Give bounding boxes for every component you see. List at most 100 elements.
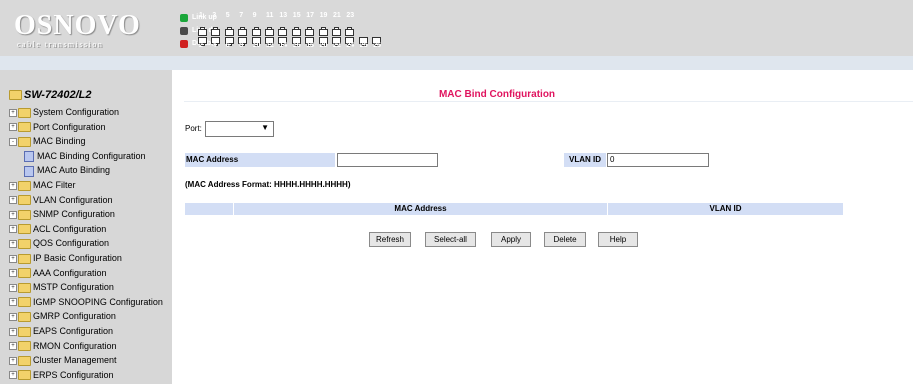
sidebar-item-acl-configuration[interactable]: + ACL Configuration	[9, 224, 106, 238]
link-down-icon	[180, 27, 188, 35]
sidebar-item-aaa-configuration[interactable]: + AAA Configuration	[9, 268, 107, 282]
port-icon[interactable]	[345, 33, 355, 46]
open-folder-icon	[18, 136, 31, 147]
sidebar-item-gmrp-configuration[interactable]: + GMRP Configuration	[9, 311, 116, 325]
sidebar-item-rmon-configuration[interactable]: + RMON Configuration	[9, 341, 117, 355]
port-number-label: 21	[333, 12, 341, 19]
port-icon[interactable]	[238, 23, 248, 36]
port-number-label: 16	[292, 42, 301, 49]
expand-icon[interactable]: +	[9, 327, 17, 336]
expand-icon[interactable]: +	[9, 356, 17, 365]
expand-icon[interactable]: +	[9, 313, 17, 322]
sidebar-item-igmp-snooping-configuration[interactable]: + IGMP SNOOPING Configuration	[9, 297, 163, 311]
sidebar-item-label: EAPS Configuration	[33, 326, 114, 336]
vlan-id-label: VLAN ID	[564, 153, 606, 167]
sidebar-item-mac-auto-binding[interactable]: MAC Auto Binding	[24, 165, 110, 179]
port-number-label: 7	[239, 12, 244, 19]
tree-root[interactable]: SW-72402/L2	[9, 89, 91, 101]
port-icon[interactable]	[265, 33, 274, 46]
port-icon[interactable]	[198, 23, 207, 36]
sidebar-item-eaps-configuration[interactable]: + EAPS Configuration	[9, 326, 113, 340]
port-icon[interactable]	[318, 23, 328, 36]
port-number-label: 6	[225, 42, 230, 49]
sidebar-item-mstp-configuration[interactable]: + MSTP Configuration	[9, 282, 114, 296]
port-icon[interactable]	[332, 33, 341, 46]
expand-icon[interactable]: +	[9, 225, 17, 234]
expand-icon[interactable]: +	[9, 123, 17, 132]
sidebar-item-label: QOS Configuration	[33, 238, 110, 249]
port-label: Port:	[185, 124, 202, 133]
port-select[interactable]: ▼	[205, 121, 274, 137]
port-icon[interactable]	[224, 23, 234, 36]
main-panel: MAC Bind Configuration Port: ▼ MAC Addre…	[172, 70, 913, 384]
port-icon[interactable]	[278, 33, 288, 46]
mac-address-input[interactable]	[337, 153, 438, 167]
sidebar-item-erps-configuration[interactable]: + ERPS Configuration	[9, 370, 114, 384]
expand-icon[interactable]: +	[9, 342, 17, 351]
port-icon[interactable]	[345, 23, 355, 36]
port-icon[interactable]	[372, 33, 382, 46]
sidebar-item-qos-configuration[interactable]: + QOS Configuration	[9, 238, 109, 252]
expand-icon[interactable]: +	[9, 254, 17, 263]
port-number-label: 14	[279, 42, 288, 49]
port-icon[interactable]	[305, 33, 315, 46]
sidebar-item-mac-binding[interactable]: - MAC Binding	[9, 136, 86, 150]
sidebar-item-label: MSTP Configuration	[33, 282, 114, 293]
header-bar: OSNOVO cable transmission Link up Link d…	[0, 0, 913, 56]
port-icon[interactable]	[211, 23, 221, 36]
port-icon[interactable]	[291, 23, 301, 36]
refresh-button[interactable]: Refresh	[369, 232, 411, 247]
expand-icon[interactable]: +	[9, 108, 17, 117]
collapse-icon[interactable]: -	[9, 137, 17, 146]
port-icon[interactable]	[211, 33, 221, 46]
expand-icon[interactable]: +	[9, 283, 17, 292]
sidebar-item-system-configuration[interactable]: + System Configuration	[9, 107, 119, 121]
expand-icon[interactable]: +	[9, 298, 17, 307]
port-icon[interactable]	[224, 33, 234, 46]
sidebar-item-label: MAC Binding Configuration	[37, 150, 146, 161]
expand-icon[interactable]: +	[9, 371, 17, 380]
sidebar-item-mac-binding-configuration[interactable]: MAC Binding Configuration	[24, 151, 146, 165]
folder-icon	[18, 107, 31, 118]
port-icon[interactable]	[318, 33, 328, 46]
expand-icon[interactable]: +	[9, 196, 17, 205]
port-icon[interactable]	[305, 23, 315, 36]
port-number-label: 13	[279, 12, 288, 19]
port-icon[interactable]	[278, 23, 288, 36]
port-icon[interactable]	[358, 33, 368, 46]
port-icon[interactable]	[265, 23, 274, 36]
port-icon[interactable]	[251, 23, 261, 36]
port-icon[interactable]	[332, 23, 341, 36]
sidebar-item-ip-basic-configuration[interactable]: + IP Basic Configuration	[9, 253, 122, 267]
port-number-label: 22	[333, 42, 341, 49]
sidebar-item-cluster-management[interactable]: + Cluster Management	[9, 355, 117, 369]
select-all-button[interactable]: Select-all	[425, 232, 476, 247]
port-panel: 1 3 5 7 9 11 13 15 17 19 21 23 2 4 6 8 10 12 14 16 18 20 22 24 2…	[198, 12, 438, 54]
apply-button[interactable]: Apply	[491, 232, 531, 247]
folder-icon	[18, 326, 31, 337]
expand-icon[interactable]: +	[9, 210, 17, 219]
expand-icon[interactable]: +	[9, 269, 17, 278]
page-title: MAC Bind Configuration	[438, 89, 556, 100]
sidebar-item-vlan-configuration[interactable]: + VLAN Configuration	[9, 195, 113, 209]
device-name: SW-72402/L2	[24, 89, 92, 101]
mac-address-label: MAC Address	[185, 153, 335, 167]
table-header: MAC Address VLAN ID	[185, 203, 843, 215]
help-button[interactable]: Help	[598, 232, 638, 247]
sidebar-item-mac-filter[interactable]: + MAC Filter	[9, 180, 76, 194]
folder-icon	[18, 370, 31, 381]
port-icon[interactable]	[198, 33, 207, 46]
brand-name: OSNOVO	[14, 10, 141, 41]
sidebar-item-label: VLAN Configuration	[33, 194, 113, 205]
expand-icon[interactable]: +	[9, 181, 17, 190]
vlan-id-input[interactable]: 0	[607, 153, 709, 167]
delete-button[interactable]: Delete	[544, 232, 586, 247]
port-number-label: 11	[266, 12, 274, 19]
port-number-label: 26	[373, 42, 381, 49]
port-icon[interactable]	[238, 33, 248, 46]
sidebar-item-port-configuration[interactable]: + Port Configuration	[9, 122, 106, 136]
port-icon[interactable]	[251, 33, 261, 46]
port-icon[interactable]	[291, 33, 301, 46]
expand-icon[interactable]: +	[9, 240, 17, 249]
sidebar-item-snmp-configuration[interactable]: + SNMP Configuration	[9, 209, 115, 223]
